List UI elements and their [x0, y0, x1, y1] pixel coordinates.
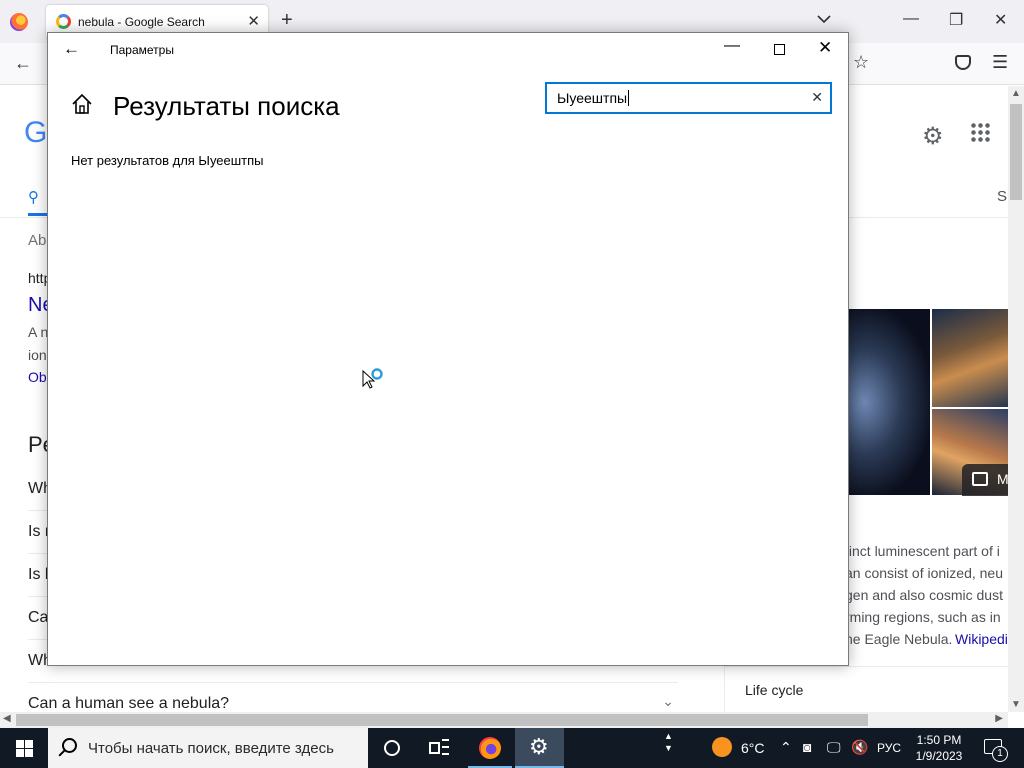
task-view-icon[interactable] — [429, 739, 449, 757]
firefox-icon[interactable] — [10, 13, 28, 31]
list-all-tabs-button[interactable] — [817, 12, 831, 27]
gear-icon[interactable]: ⚙ — [922, 122, 944, 151]
browser-minimize-button[interactable]: — — [903, 10, 919, 28]
windows-logo-pane — [25, 740, 33, 748]
windows-logo-icon — [16, 740, 24, 748]
search-icon[interactable]: ⚲ — [28, 188, 39, 206]
busy-cursor-icon — [362, 368, 383, 389]
tab-label-fragment[interactable]: S — [997, 188, 1007, 205]
browser-restore-button[interactable]: ❐ — [949, 10, 963, 30]
task-view-pane — [442, 753, 449, 756]
cortana-icon[interactable] — [384, 740, 400, 756]
windows-logo-pane — [16, 749, 24, 757]
search-input-value: Ыуеештпы — [557, 90, 630, 106]
nebula-image[interactable] — [848, 309, 930, 495]
settings-window: ← Параметры — ✕ Результаты поиска Ыуеешт… — [47, 32, 849, 666]
taskbar-scroll-arrows[interactable]: ▲ ▼ — [664, 730, 673, 754]
scrollbar-thumb[interactable] — [16, 714, 868, 726]
windows-logo-pane — [25, 749, 33, 757]
google-favicon-icon — [56, 14, 71, 29]
knowledge-panel-description: gen and also cosmic dust — [845, 587, 1003, 603]
scroll-right-icon[interactable]: ▶ — [995, 713, 1003, 724]
divider — [724, 666, 725, 712]
chevron-down-icon — [817, 15, 831, 24]
paa-question: Is l — [28, 566, 49, 583]
close-button[interactable]: ✕ — [818, 38, 832, 58]
firefox-icon — [479, 737, 501, 759]
gear-icon: ⚙ — [529, 734, 549, 759]
taskbar: Чтобы начать поиск, введите здесь ⚙ ▲ ▼ 6… — [0, 728, 1024, 768]
google-logo[interactable]: G — [24, 116, 47, 150]
more-images-button[interactable]: M — [962, 464, 1008, 496]
language-indicator[interactable]: РУС — [877, 741, 901, 755]
image-icon — [972, 472, 988, 486]
result-snippet-line: ion — [28, 347, 47, 363]
chevron-down-icon: ⌄ — [662, 693, 674, 709]
paa-item[interactable]: Can a human see a nebula? ⌄ — [28, 683, 678, 712]
start-button[interactable] — [0, 728, 48, 768]
scroll-down-icon[interactable]: ▼ — [1011, 699, 1021, 710]
weather-sun-icon[interactable] — [712, 737, 732, 757]
no-results-message: Нет результатов для Ыуеештпы — [71, 153, 264, 168]
task-view-pane — [429, 742, 440, 754]
clock-date: 1/9/2023 — [915, 749, 963, 763]
show-hidden-icons-chevron-icon[interactable]: ⌃ — [780, 739, 792, 756]
new-tab-button[interactable]: + — [281, 10, 293, 30]
page-title: Результаты поиска — [113, 91, 340, 121]
volume-muted-icon[interactable]: 🔇 — [851, 739, 868, 756]
browser-close-button[interactable]: ✕ — [994, 10, 1007, 30]
divider — [724, 666, 1008, 667]
paa-question: Can a human see a nebula? — [28, 695, 230, 712]
weather-temperature[interactable]: 6°C — [741, 740, 765, 756]
maximize-button[interactable] — [774, 44, 785, 55]
home-icon[interactable] — [71, 93, 93, 115]
browser-back-button[interactable]: ← — [14, 53, 32, 74]
result-snippet-line: A n — [28, 324, 49, 340]
scrollbar-thumb[interactable] — [1010, 104, 1022, 200]
knowledge-panel-description: he Eagle Nebula. — [845, 631, 953, 647]
back-button[interactable]: ← — [63, 39, 80, 59]
wikipedia-link[interactable]: Wikipedi — [955, 631, 1008, 647]
clear-search-icon[interactable]: ✕ — [811, 89, 823, 106]
apps-grid-icon[interactable] — [970, 122, 990, 142]
taskbar-search-placeholder: Чтобы начать поиск, введите здесь — [88, 740, 334, 757]
settings-search-input[interactable]: Ыуеештпы ✕ — [545, 82, 832, 114]
task-view-pane — [442, 746, 449, 749]
task-view-pane — [442, 739, 449, 742]
network-icon[interactable]: 🖵 — [827, 739, 841, 756]
knowledge-panel-description: rming regions, such as in — [845, 609, 1001, 625]
taskbar-settings-button[interactable]: ⚙ — [515, 728, 564, 768]
tab-all-indicator — [28, 213, 48, 216]
minimize-button[interactable]: — — [724, 37, 740, 55]
meet-now-icon[interactable]: ◙ — [803, 739, 811, 755]
knowledge-panel-description: tinct luminescent part of i — [845, 543, 1000, 559]
settings-titlebar: ← Параметры — ✕ — [48, 33, 848, 66]
paa-question: Ca — [28, 609, 49, 626]
more-images-label: M — [997, 471, 1008, 487]
window-title: Параметры — [110, 43, 174, 57]
life-cycle-link[interactable]: Life cycle — [745, 682, 803, 698]
clock[interactable]: 1:50 PM 1/9/2023 — [910, 732, 968, 764]
tab-close-icon[interactable]: ✕ — [247, 12, 260, 30]
search-icon — [62, 738, 77, 753]
result-sitelink[interactable]: Ob — [28, 369, 47, 385]
knowledge-panel-description: an consist of ionized, neu — [845, 565, 1003, 581]
taskbar-search-box[interactable]: Чтобы начать поиск, введите здесь — [48, 728, 368, 768]
pocket-icon[interactable] — [955, 55, 971, 70]
taskbar-firefox-button[interactable] — [466, 728, 514, 768]
nebula-image[interactable] — [932, 309, 1008, 407]
scroll-up-icon[interactable]: ▲ — [1011, 88, 1021, 99]
notification-count-badge: 1 — [992, 746, 1008, 762]
browser-tab-title: nebula - Google Search — [78, 15, 205, 29]
horizontal-scrollbar[interactable]: ◀ ▶ — [0, 712, 1008, 728]
clock-time: 1:50 PM — [916, 733, 962, 747]
desktop: nebula - Google Search ✕ + — ❐ ✕ ← ☆ ☰ G… — [0, 0, 1024, 768]
scroll-left-icon[interactable]: ◀ — [3, 713, 11, 724]
star-icon[interactable]: ☆ — [853, 52, 869, 73]
hamburger-icon[interactable]: ☰ — [992, 52, 1008, 73]
vertical-scrollbar[interactable]: ▲ ▼ — [1008, 86, 1024, 712]
